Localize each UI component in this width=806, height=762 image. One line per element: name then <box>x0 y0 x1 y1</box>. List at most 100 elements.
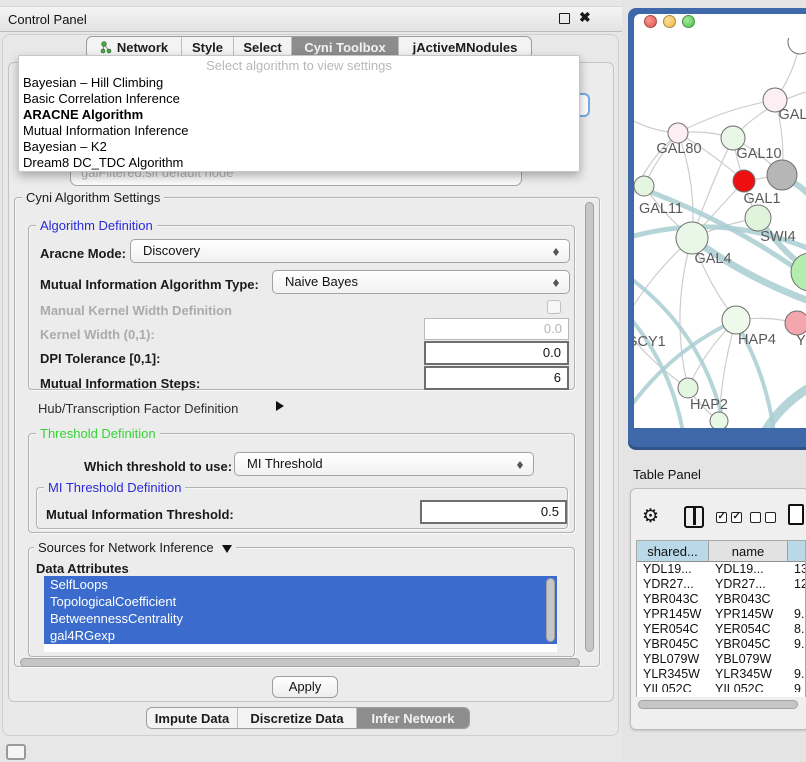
table-cell[interactable]: 9. <box>788 607 805 622</box>
tab-impute-data[interactable]: Impute Data <box>147 708 237 728</box>
column-header[interactable]: name <box>709 541 788 562</box>
table-cell[interactable]: YBR043C <box>637 592 709 607</box>
split-columns-icon[interactable] <box>684 506 704 528</box>
node-label: GAL1 <box>743 191 780 207</box>
column-header[interactable]: A <box>788 541 806 562</box>
dpi-tolerance-label: DPI Tolerance [0,1]: <box>40 351 160 366</box>
node-attribute-table[interactable]: shared...nameA YDL19...YDL19...13YDR27..… <box>636 540 806 697</box>
aracne-mode-combobox[interactable]: Discovery <box>130 239 570 263</box>
network-node-gal11[interactable] <box>634 176 654 196</box>
traffic-close-icon[interactable] <box>644 15 657 28</box>
uncheck-all-icon[interactable] <box>750 512 776 523</box>
table-cell[interactable]: YBL079W <box>637 652 709 667</box>
node-label: HAP4 <box>738 332 776 348</box>
table-cell[interactable]: YDR27... <box>709 577 788 592</box>
tab-select-label: Select <box>243 40 281 55</box>
table-cell[interactable]: 13 <box>788 562 805 577</box>
tab-infer-network[interactable]: Infer Network <box>356 708 469 728</box>
tab-discretize-data[interactable]: Discretize Data <box>237 708 356 728</box>
table-cell[interactable]: 9 <box>788 682 805 692</box>
table-cell[interactable]: YBR045C <box>709 637 788 652</box>
unchecked-box-icon <box>750 512 761 523</box>
attribute-item[interactable]: gal4RGexp <box>44 627 557 644</box>
dropdown-item[interactable]: Basic Correlation Inference <box>19 91 579 107</box>
dropdown-item[interactable]: Bayesian – K2 <box>19 139 579 155</box>
node-label: GAL80 <box>656 141 701 157</box>
table-scrollbar-thumb[interactable] <box>638 700 798 709</box>
network-node-gal80[interactable] <box>668 123 688 143</box>
network-node[interactable] <box>710 412 728 428</box>
network-node-hap2[interactable] <box>678 378 698 398</box>
expand-arrow-icon[interactable] <box>276 401 284 411</box>
network-edge-thick[interactable] <box>754 386 806 428</box>
table-cell[interactable]: YPR145W <box>709 607 788 622</box>
network-canvas[interactable]: GALGAL80GAL10GAL1SWI4GAL11GAL4GCY1HAP4YH… <box>634 38 806 428</box>
network-edge[interactable] <box>680 238 692 388</box>
table-cell[interactable]: YIL052C <box>709 682 788 692</box>
traffic-zoom-icon[interactable] <box>682 15 695 28</box>
traffic-minimize-icon[interactable] <box>663 15 676 28</box>
file-icon[interactable] <box>788 504 804 525</box>
table-cell[interactable]: YDR27... <box>637 577 709 592</box>
dropdown-item[interactable]: Mutual Information Inference <box>19 123 579 139</box>
table-cell[interactable]: YER054C <box>637 622 709 637</box>
dropdown-item-selected[interactable]: ARACNE Algorithm <box>19 107 579 123</box>
dropdown-item[interactable]: Dream8 DC_TDC Algorithm <box>19 155 579 171</box>
dpi-tolerance-field[interactable]: 0.0 <box>424 341 569 365</box>
gear-icon[interactable]: ⚙ <box>642 505 659 528</box>
which-threshold-combobox[interactable]: MI Threshold <box>234 452 534 476</box>
table-cell[interactable]: YDL19... <box>709 562 788 577</box>
collapse-arrow-icon[interactable] <box>222 545 232 553</box>
network-node[interactable] <box>788 38 806 54</box>
mi-steps-field[interactable]: 6 <box>424 366 569 390</box>
minimized-panel-icon[interactable] <box>6 744 26 760</box>
aracne-mode-value: Discovery <box>143 243 200 258</box>
table-cell[interactable]: YIL052C <box>637 682 709 692</box>
column-header[interactable]: shared... <box>637 541 709 562</box>
attribute-item[interactable]: TopologicalCoefficient <box>44 593 557 610</box>
mi-threshold-field[interactable]: 0.5 <box>420 500 567 524</box>
apply-button[interactable]: Apply <box>272 676 338 698</box>
table-cell[interactable]: 8. <box>788 622 805 637</box>
network-node-y[interactable] <box>785 311 806 335</box>
network-edge-thick[interactable] <box>692 238 806 302</box>
manual-kernel-width-checkbox[interactable] <box>547 300 561 314</box>
table-cell[interactable]: YPR145W <box>637 607 709 622</box>
network-node[interactable] <box>767 160 797 190</box>
control-panel-title: Control Panel <box>8 12 87 27</box>
table-cell[interactable]: YBR043C <box>709 592 788 607</box>
table-cell[interactable] <box>788 652 805 667</box>
table-cell[interactable]: YER054C <box>709 622 788 637</box>
control-panel-titlebar[interactable] <box>0 6 622 32</box>
dropdown-item[interactable]: Bayesian – Hill Climbing <box>19 75 579 91</box>
data-attributes-list[interactable]: SelfLoopsTopologicalCoefficientBetweenne… <box>44 576 557 652</box>
network-node-gal4[interactable] <box>676 222 708 254</box>
table-cell[interactable] <box>788 592 805 607</box>
network-node-swi4[interactable] <box>745 205 771 231</box>
table-cell[interactable]: 12 <box>788 577 805 592</box>
table-cell[interactable]: YDL19... <box>637 562 709 577</box>
network-node-hap4[interactable] <box>722 306 750 334</box>
table-cell[interactable]: 9. <box>788 637 805 652</box>
table-horizontal-scrollbar[interactable] <box>638 700 804 709</box>
network-edge-thick[interactable] <box>634 300 686 428</box>
attribute-item[interactable]: BetweennessCentrality <box>44 610 557 627</box>
float-window-icon[interactable] <box>559 13 570 24</box>
table-cell[interactable]: 9. <box>788 667 805 682</box>
close-icon[interactable]: ✖ <box>579 9 591 26</box>
table-cell[interactable]: YBL079W <box>709 652 788 667</box>
network-node-gal1[interactable] <box>733 170 755 192</box>
mi-algorithm-type-combobox[interactable]: Naive Bayes <box>272 270 570 294</box>
table-cell[interactable]: YLR345W <box>637 667 709 682</box>
table-cell[interactable]: YLR345W <box>709 667 788 682</box>
attributes-list-scrollbar[interactable] <box>546 578 555 642</box>
which-threshold-label: Which threshold to use: <box>84 459 232 474</box>
kernel-width-field[interactable]: 0.0 <box>424 318 569 340</box>
attribute-item[interactable]: SelfLoops <box>44 576 557 593</box>
settings-vertical-scrollbar[interactable] <box>585 202 594 652</box>
table-cell[interactable]: YBR045C <box>637 637 709 652</box>
settings-horizontal-scrollbar[interactable] <box>20 658 580 667</box>
check-all-icon[interactable] <box>716 512 742 523</box>
node-label: GCY1 <box>634 334 666 350</box>
combo-arrows-icon <box>516 458 524 472</box>
